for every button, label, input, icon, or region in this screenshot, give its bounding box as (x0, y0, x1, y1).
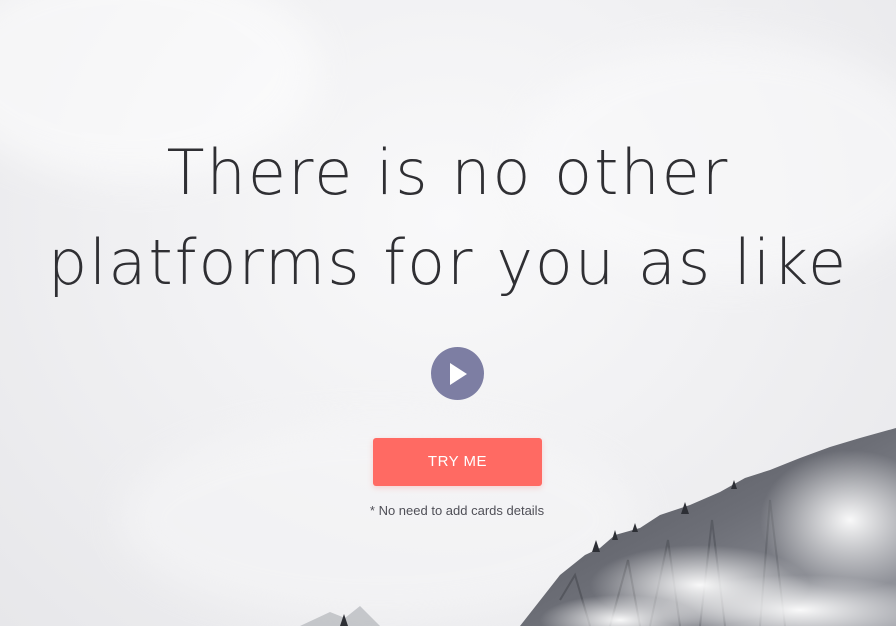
play-video-button[interactable] (431, 347, 484, 400)
try-me-button[interactable]: TRY ME (373, 438, 542, 486)
no-card-note: * No need to add cards details (369, 503, 545, 518)
play-icon (449, 362, 467, 385)
hero-content: There is no other platforms for you as l… (0, 0, 896, 626)
hero-headline-line2: platforms for you as like (47, 226, 849, 299)
hero-headline-line1: There is no other (166, 136, 730, 209)
